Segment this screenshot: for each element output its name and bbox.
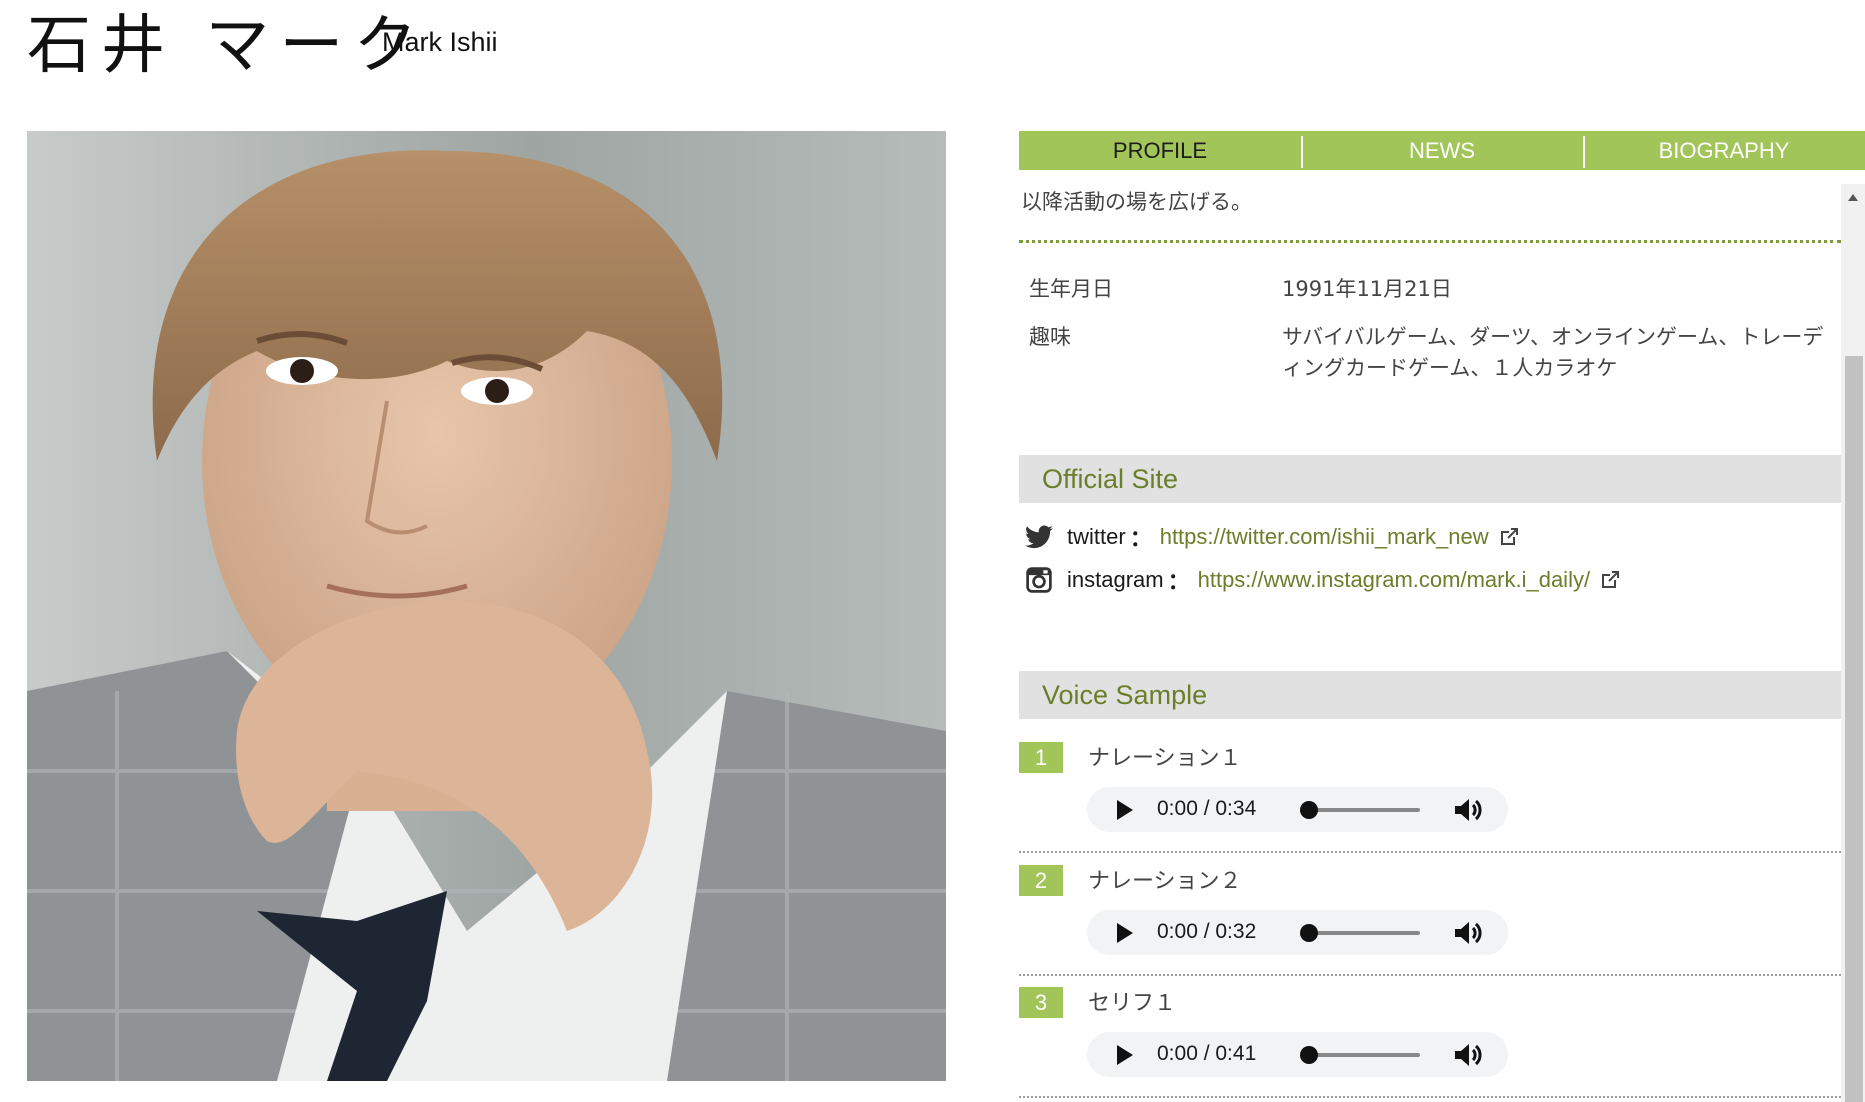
twitter-icon [1025, 523, 1053, 551]
voice-separator [1019, 974, 1841, 976]
audio-progress-knob[interactable] [1300, 924, 1318, 942]
tab-news[interactable]: NEWS [1301, 131, 1583, 170]
audio-player[interactable]: 0:00 / 0:34 [1087, 787, 1508, 832]
page-title-en: Mark Ishii [382, 27, 498, 57]
external-link-icon [1500, 528, 1518, 545]
link-row-instagram: instagram ： https://www.instagram.com/ma… [1025, 565, 1622, 595]
twitter-link[interactable]: https://twitter.com/ishii_mark_new [1160, 524, 1489, 550]
link-label: instagram [1067, 567, 1164, 592]
play-icon[interactable] [1117, 923, 1133, 943]
divider [1019, 240, 1841, 243]
section-title: Voice Sample [1042, 680, 1208, 710]
info-value: サバイバルゲーム、ダーツ、オンラインゲーム、トレーディングカードゲーム、１人カラ… [1282, 325, 1824, 380]
play-icon[interactable] [1117, 800, 1133, 820]
link-colon: ： [1129, 526, 1152, 551]
profile-tabs: PROFILE NEWS BIOGRAPHY [1019, 131, 1865, 170]
volume-icon[interactable] [1453, 1042, 1483, 1068]
audio-time: 0:00 / 0:41 [1157, 1042, 1257, 1065]
tab-biography[interactable]: BIOGRAPHY [1583, 131, 1865, 170]
voice-separator [1019, 851, 1841, 853]
audio-progress-track[interactable] [1309, 1053, 1420, 1057]
audio-player[interactable]: 0:00 / 0:41 [1087, 1032, 1508, 1077]
info-key: 趣味 [1029, 325, 1071, 349]
section-title: Official Site [1042, 464, 1179, 494]
audio-progress-knob[interactable] [1300, 1046, 1318, 1064]
link-colon: ： [1167, 569, 1190, 594]
tab-profile[interactable]: PROFILE [1019, 131, 1301, 170]
voice-separator [1019, 1096, 1841, 1098]
volume-icon[interactable] [1453, 797, 1483, 823]
official-site-heading: Official Site [1019, 455, 1841, 503]
voice-number-badge: 2 [1019, 865, 1063, 896]
audio-progress-track[interactable] [1309, 931, 1420, 935]
instagram-link[interactable]: https://www.instagram.com/mark.i_daily/ [1198, 567, 1590, 593]
profile-panel: 以降活動の場を広げる。 生年月日 1991年11月21日 趣味 サバイバルゲーム… [1019, 184, 1841, 1102]
instagram-icon [1025, 566, 1053, 594]
link-label: twitter [1067, 524, 1126, 549]
voice-title: ナレーション２ [1088, 869, 1242, 894]
page-title-ja: 石井 マーク [27, 9, 428, 83]
info-key: 生年月日 [1029, 277, 1113, 301]
link-row-twitter: twitter ： https://twitter.com/ishii_mark… [1025, 522, 1521, 552]
scrollbar-thumb[interactable] [1845, 356, 1863, 1102]
voice-number-badge: 1 [1019, 742, 1063, 773]
audio-progress-track[interactable] [1309, 808, 1420, 812]
audio-time: 0:00 / 0:32 [1157, 920, 1257, 943]
voice-title: ナレーション１ [1088, 746, 1242, 771]
audio-progress-knob[interactable] [1300, 801, 1318, 819]
scrollbar[interactable] [1841, 184, 1865, 1102]
audio-player[interactable]: 0:00 / 0:32 [1087, 910, 1508, 955]
profile-photo [27, 131, 946, 1081]
external-link-icon [1602, 571, 1620, 588]
voice-number-badge: 3 [1019, 987, 1063, 1018]
voice-title: セリフ１ [1088, 991, 1177, 1016]
audio-time: 0:00 / 0:34 [1157, 797, 1257, 820]
scroll-up-arrow-icon[interactable] [1848, 194, 1858, 201]
volume-icon[interactable] [1453, 920, 1483, 946]
voice-sample-heading: Voice Sample [1019, 671, 1841, 719]
play-icon[interactable] [1117, 1045, 1133, 1065]
intro-text: 以降活動の場を広げる。 [1021, 190, 1252, 214]
info-value: 1991年11月21日 [1282, 277, 1452, 301]
